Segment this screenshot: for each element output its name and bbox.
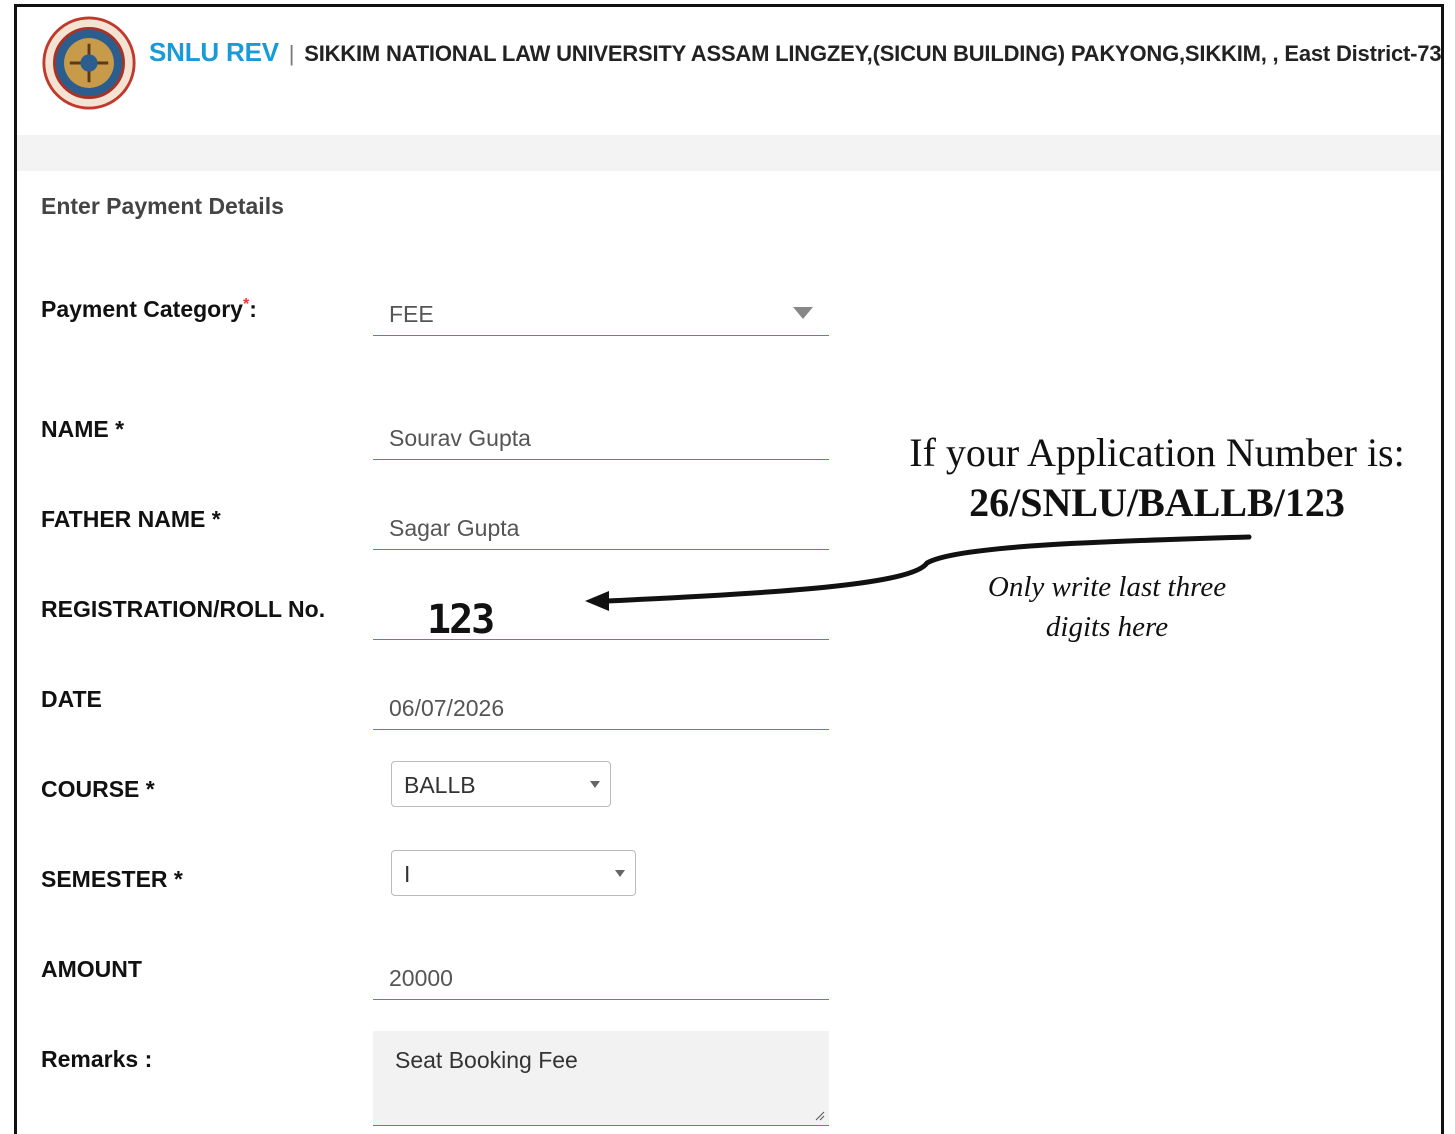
annotation-arrow-icon (585, 534, 1252, 611)
page-frame: SNLU REV | SIKKIM NATIONAL LAW UNIVERSIT… (14, 4, 1444, 1134)
